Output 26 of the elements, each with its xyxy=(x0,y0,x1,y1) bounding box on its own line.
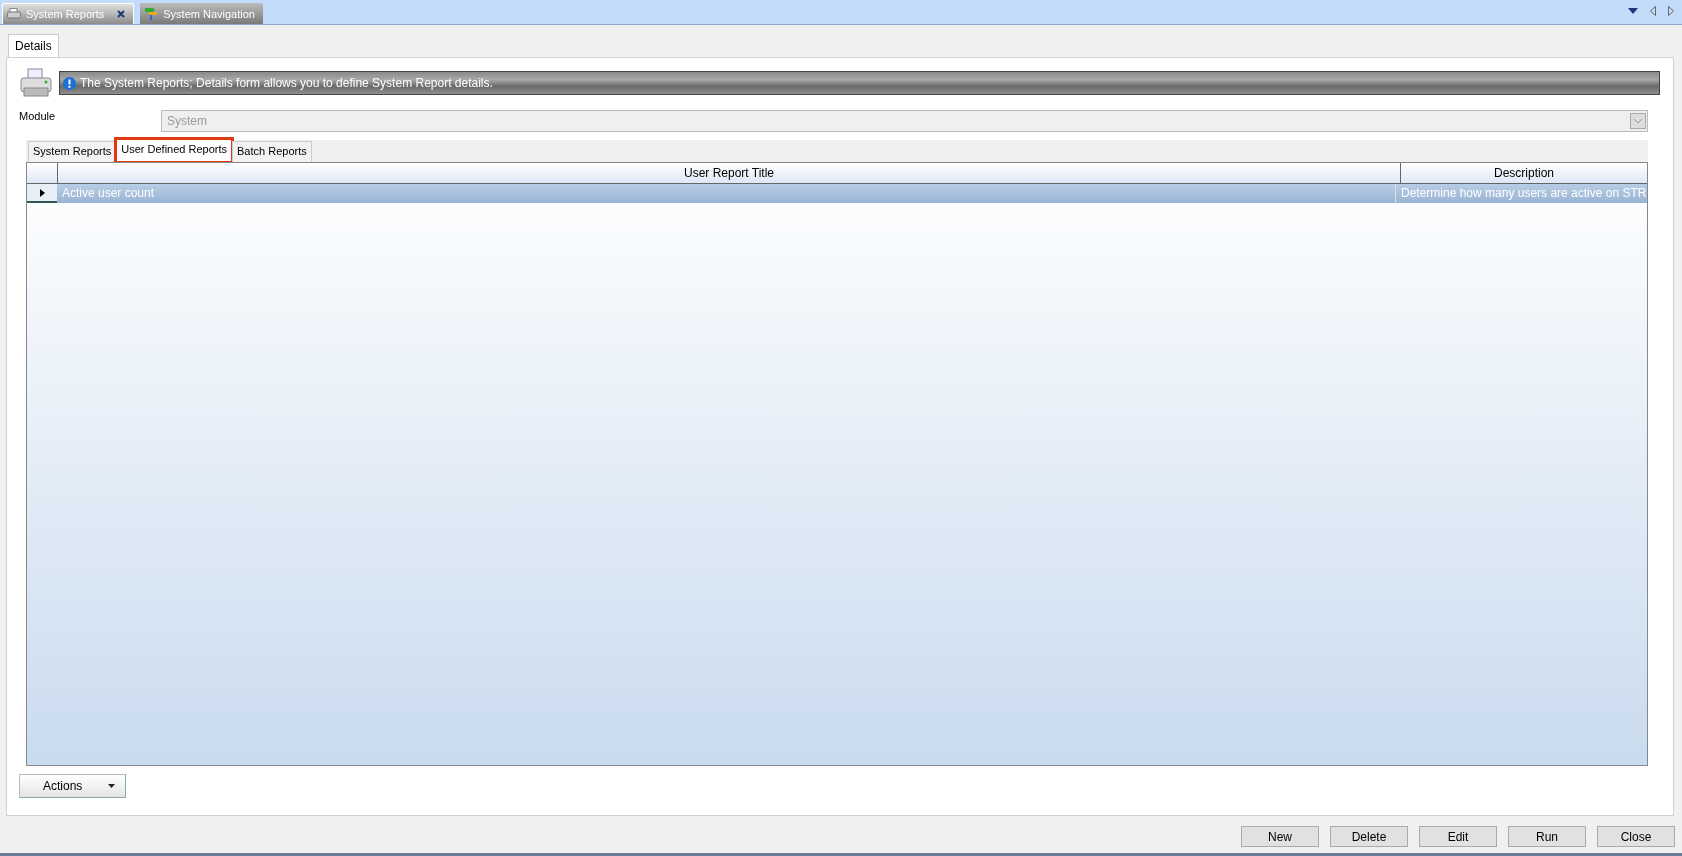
actions-button[interactable]: Actions xyxy=(19,774,127,798)
report-tab[interactable]: System Reports xyxy=(28,141,117,162)
printer-icon xyxy=(7,8,21,20)
dropdown-icon[interactable] xyxy=(1628,8,1638,14)
printer-icon xyxy=(19,68,53,98)
column-header[interactable]: Description xyxy=(1400,163,1647,183)
scroll-right-icon[interactable] xyxy=(1668,6,1674,16)
column-header[interactable]: User Report Title xyxy=(57,163,1400,183)
info-text: The System Reports; Details form allows you to define System Report details. xyxy=(80,76,493,90)
caret-icon xyxy=(108,784,116,788)
table-cell-text: Active user count xyxy=(61,185,156,202)
footer-button[interactable]: Delete xyxy=(1330,826,1408,847)
footer-button[interactable]: Edit xyxy=(1419,826,1497,847)
report-tab[interactable]: User Defined Reports xyxy=(116,139,233,162)
signpost-icon xyxy=(144,7,159,20)
footer-button[interactable]: New xyxy=(1241,826,1319,847)
close-icon[interactable] xyxy=(117,10,126,18)
scroll-left-icon[interactable] xyxy=(1650,6,1656,16)
current-row-icon xyxy=(39,188,45,197)
table-cell: Determine how many users are active on STR xyxy=(1395,184,1647,203)
module-label: Module xyxy=(19,110,57,122)
info-icon xyxy=(63,76,76,90)
footer-button[interactable]: Run xyxy=(1508,826,1586,847)
report-tab[interactable]: Batch Reports xyxy=(232,141,312,162)
footer-button[interactable]: Close xyxy=(1597,826,1675,847)
details-tab[interactable]: Details xyxy=(8,34,59,57)
